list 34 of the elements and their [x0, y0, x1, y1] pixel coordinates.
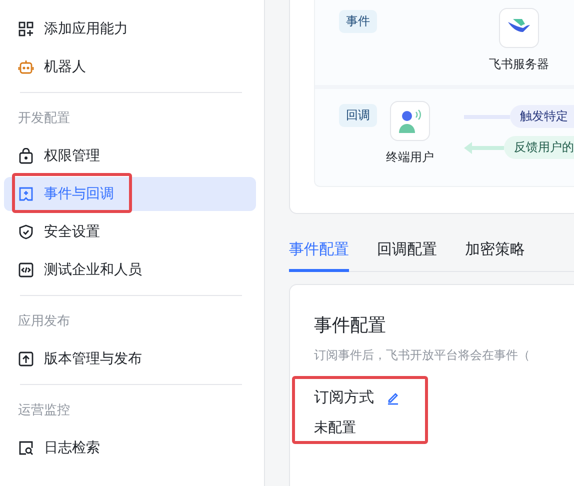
shield-icon — [18, 224, 34, 240]
sidebar-item[interactable]: 机器人 — [4, 50, 256, 84]
grid-icon — [18, 21, 34, 37]
code-icon — [18, 262, 34, 278]
log-search-icon — [18, 440, 34, 456]
flow-label: 反馈用户的 — [504, 136, 574, 159]
arrow-icon — [464, 142, 504, 154]
user-icon — [398, 108, 422, 134]
sidebar-item[interactable]: 安全设置 — [4, 215, 256, 249]
upload-icon — [18, 351, 34, 367]
row-tag: 事件 — [339, 10, 377, 33]
row-tag: 回调 — [339, 104, 377, 127]
sidebar-heading: 运营监控 — [17, 402, 71, 420]
node-label: 飞书服务器 — [489, 56, 549, 73]
edit-button[interactable] — [386, 390, 400, 404]
tab[interactable]: 事件配置 — [289, 240, 349, 272]
sidebar-item[interactable]: 权限管理 — [4, 139, 256, 173]
lock-icon — [18, 148, 34, 164]
robot-icon — [18, 59, 34, 75]
field-label: 订阅方式 — [314, 388, 374, 407]
sidebar-item[interactable]: 版本管理与发布 — [4, 342, 256, 376]
node-label: 终端用户 — [386, 149, 434, 166]
event-icon — [18, 186, 34, 202]
flow-label: 触发特定 — [510, 105, 574, 128]
field-value: 未配置 — [314, 419, 357, 437]
sidebar-item[interactable]: 测试企业和人员 — [4, 253, 256, 287]
sidebar-item[interactable]: 添加应用能力 — [4, 12, 256, 46]
section-title: 事件配置 — [314, 314, 387, 337]
sidebar-heading: 应用发布 — [17, 313, 71, 331]
section-description: 订阅事件后，飞书开放平台将会在事件（ — [314, 347, 531, 364]
sidebar-heading: 开发配置 — [17, 110, 71, 128]
tab[interactable]: 回调配置 — [377, 240, 437, 272]
sidebar-item[interactable]: 日志检索 — [4, 431, 256, 465]
tab[interactable]: 加密策略 — [465, 240, 525, 272]
